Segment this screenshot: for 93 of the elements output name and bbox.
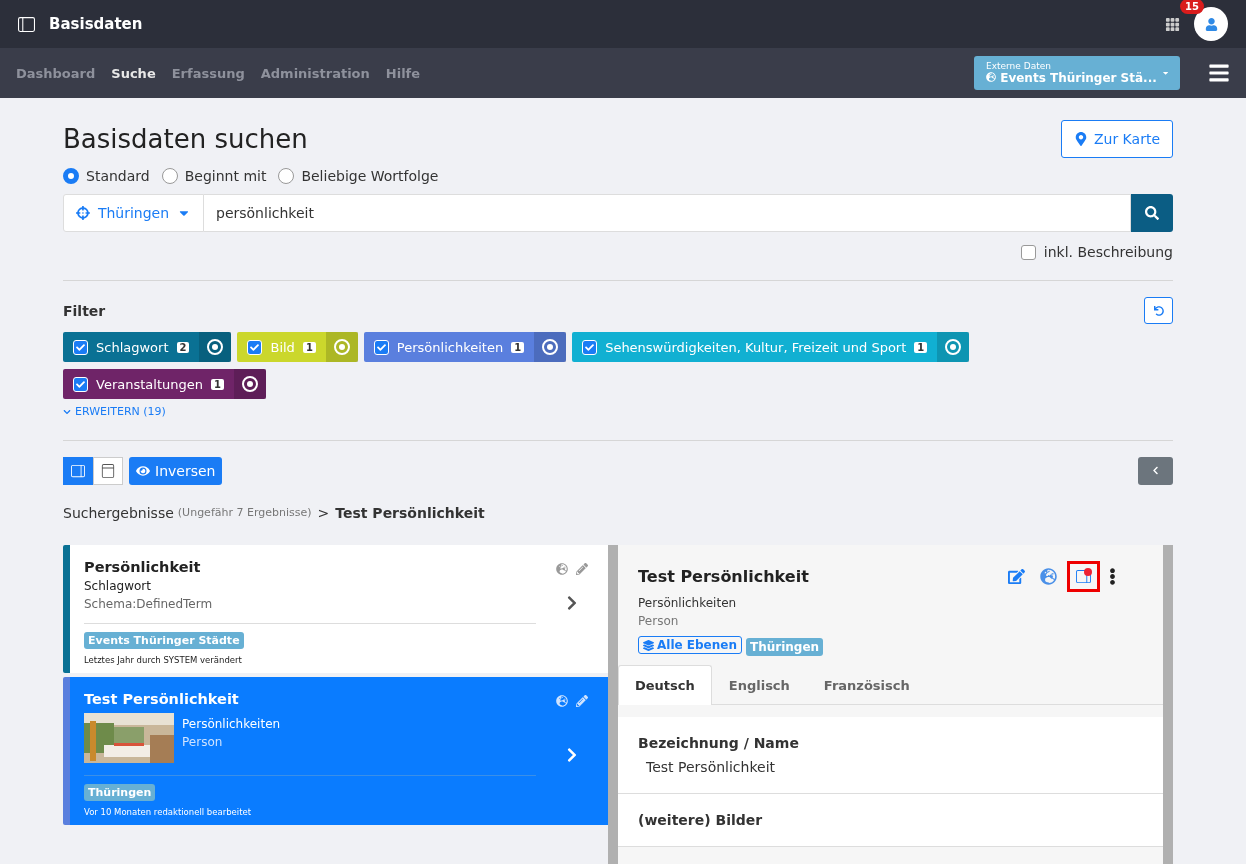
breadcrumb-current: Test Persönlichkeit [335,504,485,521]
chip-count: 1 [302,341,316,353]
description-checkbox[interactable] [1020,244,1036,260]
region-dropdown[interactable]: Thüringen [63,194,204,232]
result-count: (Ungefähr 7 Ergebnisse) [177,506,312,519]
search-icon [1145,206,1159,220]
field-label: (weitere) Bilder [638,811,764,828]
filter-chip[interactable]: Schlagwort 2 [63,332,232,362]
apps-grid-icon[interactable] [1165,16,1180,32]
globe-icon[interactable] [1040,567,1057,585]
filter-chip[interactable]: Persönlichkeiten 1 [363,332,567,362]
region-tag: Thüringen [746,637,824,656]
edit-icon[interactable] [1008,567,1025,585]
result-tag: Thüringen [84,783,156,801]
target-icon[interactable] [542,339,559,355]
page-title: Basisdaten suchen [63,124,309,154]
eye-icon [136,463,150,478]
check-icon [76,342,85,352]
chevron-left-icon [1151,466,1160,475]
search-button[interactable] [1131,194,1173,232]
result-type: Schlagwort [84,578,152,593]
check-icon [376,342,386,352]
columns-icon [71,463,85,478]
breadcrumb-link[interactable]: Suchergebnisse [63,504,174,521]
result-type: Persönlichkeiten [182,716,281,731]
collapse-button[interactable] [1138,456,1173,485]
layers-icon [643,639,654,651]
filter-chip[interactable]: Veranstaltungen 1 [63,369,266,399]
search-field[interactable]: persönlichkeit [204,194,1131,232]
result-schema: Person [182,734,224,749]
map-button[interactable]: Zur Karte [1060,120,1173,158]
chip-count: 1 [511,341,525,353]
chevron-down-icon [63,407,71,416]
result-card[interactable]: Test Persönlichkeit Persönlichkeiten Person Thüringen Vor 10 Monaten redaktionell bearbeitet [63,676,608,825]
target-icon[interactable] [241,376,258,392]
reset-filter-button[interactable] [1144,297,1173,324]
checkbox-label: inkl. Beschreibung [1043,244,1173,260]
edit-icon[interactable] [576,562,588,575]
menu-icon[interactable] [1208,62,1230,84]
result-schema: Schema:DefinedTerm [84,596,213,611]
expand-link[interactable]: ERWEITERN (19) [63,405,166,418]
reset-icon [1153,305,1164,316]
chip-checkbox[interactable] [373,339,389,355]
detail-type: Persönlichkeiten [638,595,738,610]
filter-chip[interactable]: Sehenswürdigkeiten, Kultur, Freizeit und Sport 1 [572,332,970,362]
edit-icon[interactable] [576,694,588,707]
target-icon[interactable] [207,339,224,355]
chip-count: 1 [210,378,224,390]
result-title: Test Persönlichkeit [84,690,240,707]
globe-icon[interactable] [556,562,568,575]
result-footer: Letztes Jahr durch SYSTEM verändert [84,654,536,665]
detail-title: Test Persönlichkeit [638,566,810,586]
check-icon [76,379,85,389]
field-label: Bezeichnung / Name [638,734,800,751]
language-tab[interactable]: Deutsch [618,664,712,705]
crosshair-icon [76,206,90,220]
chip-checkbox[interactable] [73,339,88,355]
chip-checkbox[interactable] [73,376,88,392]
check-icon [585,342,595,352]
notification-dot [1084,567,1092,576]
map-pin-icon [1073,132,1088,146]
app-title: Basisdaten [49,15,144,33]
result-footer: Vor 10 Monaten redaktionell bearbeitet [84,806,536,817]
chip-count: 2 [176,341,190,353]
search-mode-radio[interactable]: Beginnt mit [161,168,267,184]
sidebar-button[interactable] [1067,560,1100,592]
layers-tag[interactable]: Alle Ebenen [638,636,742,654]
chip-count: 1 [914,341,928,353]
detail-schema: Person [638,613,680,628]
search-mode-radio[interactable]: Standard [63,168,150,184]
check-icon [250,342,260,352]
inverse-button[interactable]: Inversen [129,456,223,485]
field-value: Test Persönlichkeit [645,758,776,775]
chip-checkbox[interactable] [247,339,263,355]
chip-checkbox[interactable] [582,339,598,355]
language-tab[interactable]: Französisch [806,664,927,705]
result-card[interactable]: Persönlichkeit Schlagwort Schema:DefinedTerm Events Thüringer Städte Letztes Jahr durch SYSTEM verändert [63,544,608,673]
globe-icon[interactable] [556,694,568,707]
globe-icon [986,72,996,82]
filter-title: Filter [63,302,107,319]
language-tab[interactable]: Englisch [711,664,807,705]
sidebar-toggle-icon[interactable] [18,15,35,33]
nav-link[interactable]: Suche [111,65,156,81]
user-icon [1204,17,1218,31]
full-view-button[interactable] [93,456,123,485]
result-tag: Events Thüringer Städte [84,631,244,649]
window-icon [101,463,115,478]
notification-badge: 15 [1180,0,1204,14]
split-view-button[interactable] [63,456,93,485]
breadcrumb-separator: > [317,504,330,521]
result-title: Persönlichkeit [84,558,202,575]
filter-chip[interactable]: Bild 1 [237,332,358,362]
search-mode-radio[interactable]: Beliebige Wortfolge [278,168,439,184]
